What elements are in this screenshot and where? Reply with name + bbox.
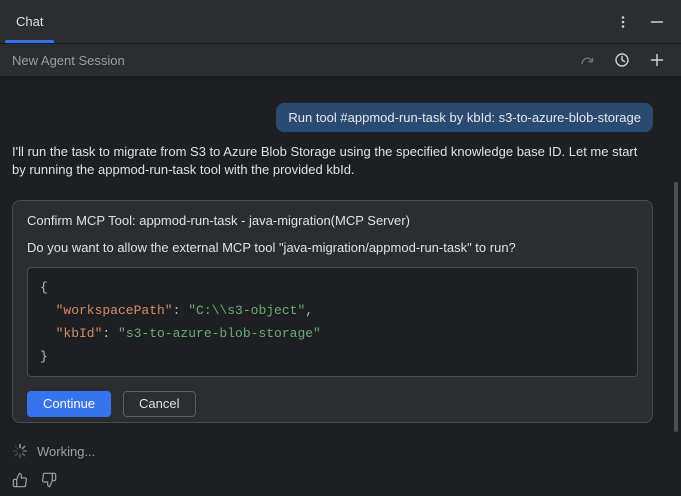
code-line: { [40, 276, 625, 299]
status-row: Working... [12, 443, 653, 459]
redo-arrow-icon[interactable] [575, 48, 599, 72]
tab-chat-label: Chat [16, 14, 43, 29]
json-key: "kbId" [56, 326, 103, 341]
card-question: Do you want to allow the external MCP to… [13, 228, 652, 255]
code-block: { "workspacePath": "C:\\s3-object", "kbI… [27, 267, 638, 377]
feedback-row [12, 472, 653, 488]
scrollbar-thumb[interactable] [674, 182, 678, 432]
mcp-confirm-card: Confirm MCP Tool: appmod-run-task - java… [12, 200, 653, 423]
chat-tool-window: Chat New Agent Session [0, 0, 681, 496]
continue-button[interactable]: Continue [27, 391, 111, 417]
new-session-plus-icon[interactable] [645, 48, 669, 72]
status-text: Working... [37, 444, 95, 459]
user-message-bubble: Run tool #appmod-run-task by kbId: s3-to… [276, 103, 653, 132]
titlebar-actions [611, 0, 681, 43]
card-buttons: Continue Cancel [27, 391, 638, 417]
history-clock-icon[interactable] [610, 48, 634, 72]
titlebar: Chat [0, 0, 681, 44]
minimize-icon[interactable] [645, 10, 669, 34]
json-string-value: "s3-to-azure-blob-storage" [118, 326, 321, 341]
cancel-button[interactable]: Cancel [123, 391, 195, 417]
assistant-message: I'll run the task to migrate from S3 to … [12, 143, 653, 179]
code-line: "kbId": "s3-to-azure-blob-storage" [40, 322, 625, 345]
thumbs-down-icon[interactable] [41, 472, 57, 488]
tab-chat[interactable]: Chat [0, 0, 59, 43]
spinner-icon [12, 443, 28, 459]
more-options-icon[interactable] [611, 10, 635, 34]
json-colon: : [102, 326, 118, 341]
chat-content: Run tool #appmod-run-task by kbId: s3-to… [0, 77, 681, 496]
card-title: Confirm MCP Tool: appmod-run-task - java… [13, 201, 652, 228]
json-string-value: "C:\\s3-object" [188, 303, 305, 318]
code-close-brace: } [40, 349, 48, 364]
code-line: "workspacePath": "C:\\s3-object", [40, 299, 625, 322]
thumbs-up-icon[interactable] [12, 472, 28, 488]
json-comma: , [305, 303, 313, 318]
session-actions [575, 48, 669, 72]
session-bar: New Agent Session [0, 44, 681, 77]
json-key: "workspacePath" [56, 303, 173, 318]
active-tab-indicator [5, 40, 54, 43]
json-colon: : [173, 303, 189, 318]
session-title: New Agent Session [12, 53, 125, 68]
code-open-brace: { [40, 280, 48, 295]
code-line: } [40, 345, 625, 368]
